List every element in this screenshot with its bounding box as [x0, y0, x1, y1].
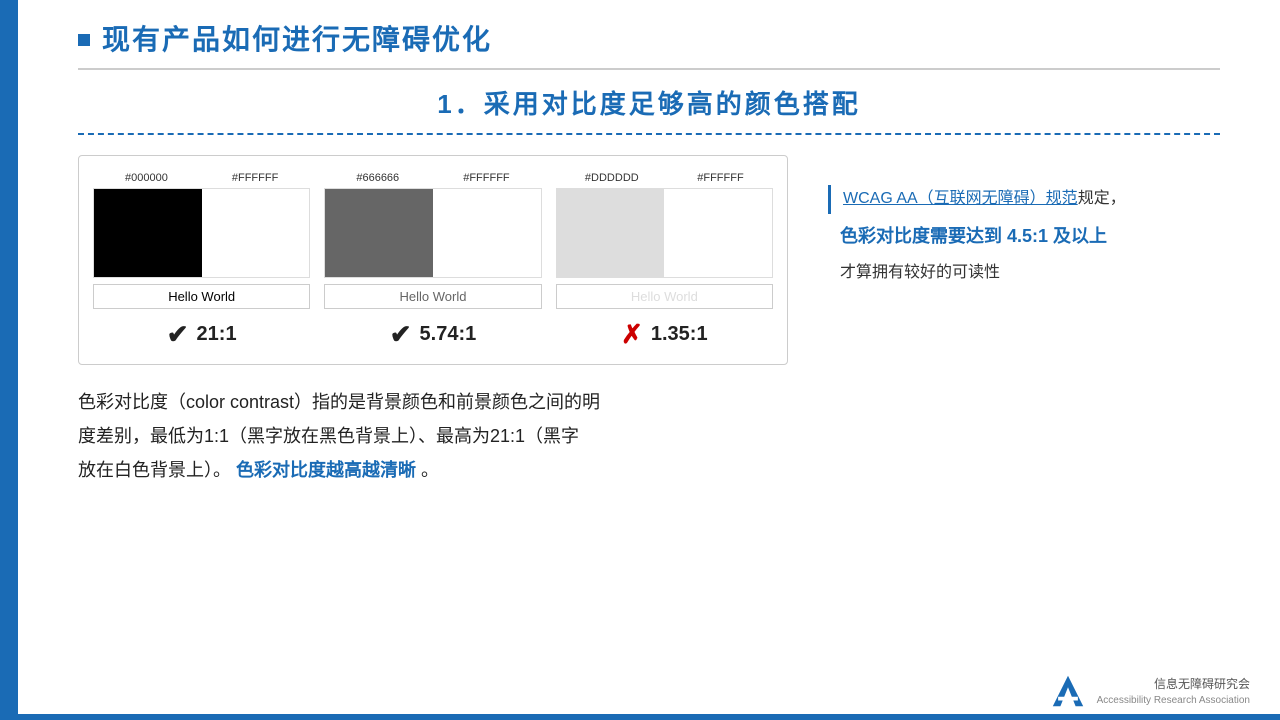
ratio-row: ✔ 21:1 ✔ 5.74:1 ✗ 1.35:1 — [93, 319, 773, 350]
swatch-right-2 — [433, 189, 541, 277]
swatch-label-3a: #DDDDDD — [585, 172, 639, 184]
swatch-label-1a: #000000 — [125, 172, 168, 184]
swatch-left-1 — [94, 189, 202, 277]
footer: 信息无障碍研究会 Accessibility Research Associat… — [1049, 672, 1250, 710]
swatch-left-2 — [325, 189, 433, 277]
ratio-value-1: 21:1 — [197, 323, 237, 346]
section-title-container: 1．采用对比度足够高的颜色搭配 — [78, 84, 1220, 135]
swatch-left-3 — [557, 189, 665, 277]
ratio-item-2: ✔ 5.74:1 — [324, 319, 541, 350]
swatch-labels-1: #000000 #FFFFFF — [93, 172, 310, 184]
swatch-label-2b: #FFFFFF — [463, 172, 509, 184]
swatch-colors-3 — [556, 188, 773, 278]
swatch-group-1: #000000 #FFFFFF Hello World — [93, 172, 310, 309]
footer-text-block: 信息无障碍研究会 Accessibility Research Associat… — [1097, 675, 1250, 708]
swatch-group-2: #666666 #FFFFFF Hello World — [324, 172, 541, 309]
wcag-text-suffix: 规定， — [1078, 190, 1126, 207]
desc-line3-end: 。 — [421, 460, 439, 480]
text-sample-1: Hello World — [93, 284, 310, 309]
swatch-label-3b: #FFFFFF — [697, 172, 743, 184]
text-sample-3: Hello World — [556, 284, 773, 309]
page-title: 现有产品如何进行无障碍优化 — [102, 18, 492, 58]
right-info: WCAG AA（互联网无障碍）规范规定， 色彩对比度需要达到 4.5:1 及以上… — [828, 155, 1220, 365]
desc-highlight: 色彩对比度越高越清晰 — [236, 460, 416, 480]
wcag-link: WCAG AA（互联网无障碍）规范 — [843, 190, 1078, 207]
swatch-group-3: #DDDDDD #FFFFFF Hello World — [556, 172, 773, 309]
ratio-item-3: ✗ 1.35:1 — [556, 319, 773, 350]
check-icon-2: ✔ — [390, 319, 412, 350]
section-title: 1．采用对比度足够高的颜色搭配 — [437, 89, 860, 119]
demo-swatches: #000000 #FFFFFF Hello World #666666 #FFF… — [93, 172, 773, 309]
left-accent-bar — [0, 0, 18, 720]
ratio-value-2: 5.74:1 — [420, 323, 477, 346]
check-icon-1: ✔ — [167, 319, 189, 350]
text-sample-2: Hello World — [324, 284, 541, 309]
highlight-text: 色彩对比度需要达到 4.5:1 及以上 — [828, 222, 1220, 248]
swatch-label-1b: #FFFFFF — [232, 172, 278, 184]
page-header: 现有产品如何进行无障碍优化 — [78, 18, 1220, 58]
wcag-note: WCAG AA（互联网无障碍）规范规定， — [828, 185, 1220, 214]
swatch-labels-3: #DDDDDD #FFFFFF — [556, 172, 773, 184]
bottom-description: 色彩对比度（color contrast）指的是背景颜色和前景颜色之间的明 度差… — [78, 385, 1220, 488]
top-divider — [78, 68, 1220, 70]
org-name-small: Accessibility Research Association — [1097, 693, 1250, 708]
org-name: 信息无障碍研究会 — [1097, 675, 1250, 693]
footer-logo-icon — [1049, 672, 1087, 710]
normal-text: 才算拥有较好的可读性 — [828, 258, 1220, 282]
demo-box: #000000 #FFFFFF Hello World #666666 #FFF… — [78, 155, 788, 365]
ratio-item-1: ✔ 21:1 — [93, 319, 310, 350]
swatch-labels-2: #666666 #FFFFFF — [324, 172, 541, 184]
header-bullet — [78, 34, 90, 46]
swatch-right-3 — [664, 189, 772, 277]
swatch-colors-1 — [93, 188, 310, 278]
cross-icon-1: ✗ — [621, 319, 643, 350]
desc-line2: 度差别，最低为1:1（黑字放在黑色背景上）、最高为21:1（黑字 — [78, 426, 579, 446]
swatch-label-2a: #666666 — [356, 172, 399, 184]
swatch-colors-2 — [324, 188, 541, 278]
swatch-right-1 — [202, 189, 310, 277]
desc-line1: 色彩对比度（color contrast）指的是背景颜色和前景颜色之间的明 — [78, 392, 600, 412]
ratio-value-3: 1.35:1 — [651, 323, 708, 346]
main-layout: #000000 #FFFFFF Hello World #666666 #FFF… — [78, 155, 1220, 365]
desc-line3-prefix: 放在白色背景上）。 — [78, 460, 231, 480]
